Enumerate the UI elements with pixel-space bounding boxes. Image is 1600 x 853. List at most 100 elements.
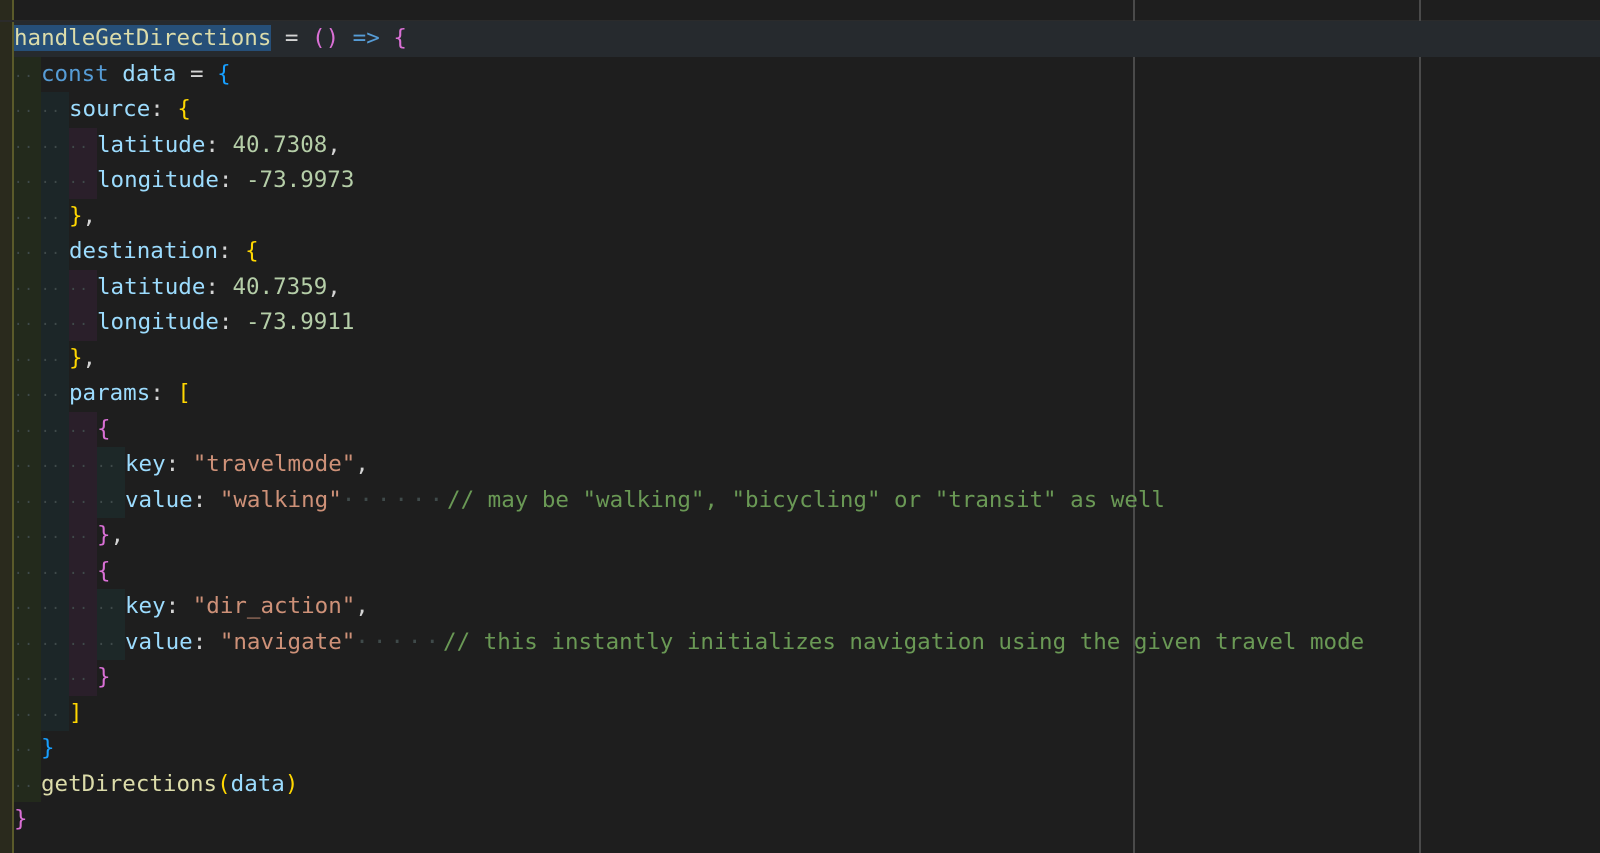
code-token: 40.7308 [232, 131, 328, 158]
code-line[interactable]: ·· ··}, [14, 340, 1600, 376]
indent-guide: ·· [41, 269, 69, 305]
code-token: : [218, 309, 247, 335]
code-token: , [82, 344, 97, 371]
code-line[interactable]: ·· ·· ··{ [14, 553, 1600, 589]
code-token: () [312, 25, 340, 51]
indent-guide: ·· [41, 163, 69, 199]
code-token: , [82, 202, 97, 229]
code-line[interactable]: ·· ··] [14, 695, 1600, 731]
code-token: ····· [355, 628, 444, 655]
indent-guide: ·· [14, 163, 41, 199]
indent-guide: ·· [41, 92, 69, 128]
indent-guide: ·· [14, 482, 41, 518]
code-line[interactable]: ·· getDirections(data) [14, 766, 1600, 802]
code-area[interactable]: handleGetDirections = () => {·· const dat… [14, 21, 1600, 838]
code-token: { [177, 96, 191, 122]
indent-guide: ·· [69, 127, 97, 163]
code-token: } [41, 735, 55, 761]
code-token: latitude [97, 131, 206, 158]
code-token: : [192, 628, 220, 655]
code-token: : [218, 167, 247, 193]
code-token: , [327, 273, 341, 300]
indent-guide: ·· [14, 269, 41, 305]
indent-guide: ·· [69, 624, 97, 660]
code-token: = [176, 60, 218, 87]
code-token: } [97, 664, 111, 690]
indent-guide: ·· [41, 553, 69, 589]
indent-guide: ·· [41, 198, 69, 234]
code-line[interactable]: ·· ·· ·· latitude: 40.7308, [14, 127, 1600, 163]
code-line[interactable]: ··} [14, 731, 1600, 767]
code-token: } [14, 806, 28, 832]
indent-guide: ·· [14, 695, 41, 731]
code-token: : [205, 273, 233, 300]
code-token: getDirections [41, 770, 218, 797]
code-line[interactable]: ·· ·· ··} [14, 660, 1600, 696]
code-token: value [125, 628, 193, 655]
indent-guide: ·· [97, 447, 125, 483]
code-token: key [125, 451, 166, 477]
code-line[interactable]: ·· ·· ·· longitude: -73.9911 [14, 305, 1600, 341]
code-token: data [230, 770, 285, 797]
indent-guide: ·· [41, 624, 69, 660]
indent-guide: ·· [69, 305, 97, 341]
code-line[interactable]: ·· ·· ··}, [14, 518, 1600, 554]
indent-guide: ·· [14, 234, 41, 270]
code-token: longitude [97, 167, 219, 193]
code-token: const [41, 60, 109, 87]
code-line[interactable]: ·· ·· ·· longitude: -73.9973 [14, 163, 1600, 199]
indent-guide: ·· [41, 234, 69, 270]
indent-guide: ·· [41, 447, 69, 483]
code-token: : [205, 131, 233, 158]
code-line[interactable]: ·· ·· ·· ·· value: "navigate"·····// this in… [14, 624, 1600, 660]
code-token: , [110, 522, 125, 548]
code-token: destination [69, 238, 219, 264]
code-line[interactable]: ·· ·· ·· ·· value: "walking"······// may be … [14, 482, 1600, 518]
code-line[interactable]: ·· ··}, [14, 198, 1600, 234]
indent-guide: ·· [41, 589, 69, 625]
indent-guide: ·· [69, 518, 97, 554]
indent-guide: ·· [97, 482, 125, 518]
indent-guide: ·· [41, 127, 69, 163]
indent-guide: ·· [41, 518, 69, 554]
code-token: handleGetDirections [14, 25, 272, 51]
code-token: "travelmode" [192, 451, 356, 477]
indent-guide: ·· [14, 731, 41, 767]
indent-guide: ·· [14, 92, 41, 128]
code-token: } [69, 202, 83, 229]
code-token: ( [217, 770, 231, 797]
code-token: data [122, 60, 177, 87]
code-line[interactable]: handleGetDirections = () => { [14, 21, 1600, 57]
code-token: 40.7359 [232, 273, 328, 300]
code-token: : [165, 593, 193, 619]
code-line[interactable]: ·· ·· ·· ·· key: "travelmode", [14, 447, 1600, 483]
code-token: key [125, 593, 166, 619]
code-token: params [69, 380, 151, 406]
code-line[interactable]: ·· ·· destination: { [14, 234, 1600, 270]
code-comment: // may be "walking", "bicycling" or "tra… [447, 486, 1165, 513]
code-token: source [69, 96, 151, 122]
code-line[interactable]: ·· ·· ··{ [14, 411, 1600, 447]
code-token: "navigate" [219, 628, 356, 655]
indent-guide: ·· [14, 624, 41, 660]
code-line[interactable]: ·· ·· source: { [14, 92, 1600, 128]
code-line[interactable]: ·· const data = { [14, 56, 1600, 92]
indent-guide: ·· [69, 163, 97, 199]
code-token: latitude [97, 273, 206, 300]
indent-guide: ·· [14, 447, 41, 483]
indent-guide: ·· [41, 305, 69, 341]
indent-guide: ·· [14, 660, 41, 696]
code-line[interactable]: } [14, 802, 1600, 838]
code-line[interactable]: ·· ·· ·· latitude: 40.7359, [14, 269, 1600, 305]
code-token: -73.9973 [246, 167, 355, 193]
indent-guide: ·· [69, 447, 97, 483]
code-line[interactable]: ·· ·· params: [ [14, 376, 1600, 412]
code-line[interactable]: ·· ·· ·· ·· key: "dir_action", [14, 589, 1600, 625]
code-token: [ [177, 380, 191, 406]
indent-guide: ·· [69, 482, 97, 518]
code-token: "dir_action" [192, 593, 356, 619]
code-editor[interactable]: handleGetDirections = () => {·· const dat… [0, 0, 1600, 853]
code-token: = [271, 25, 313, 51]
